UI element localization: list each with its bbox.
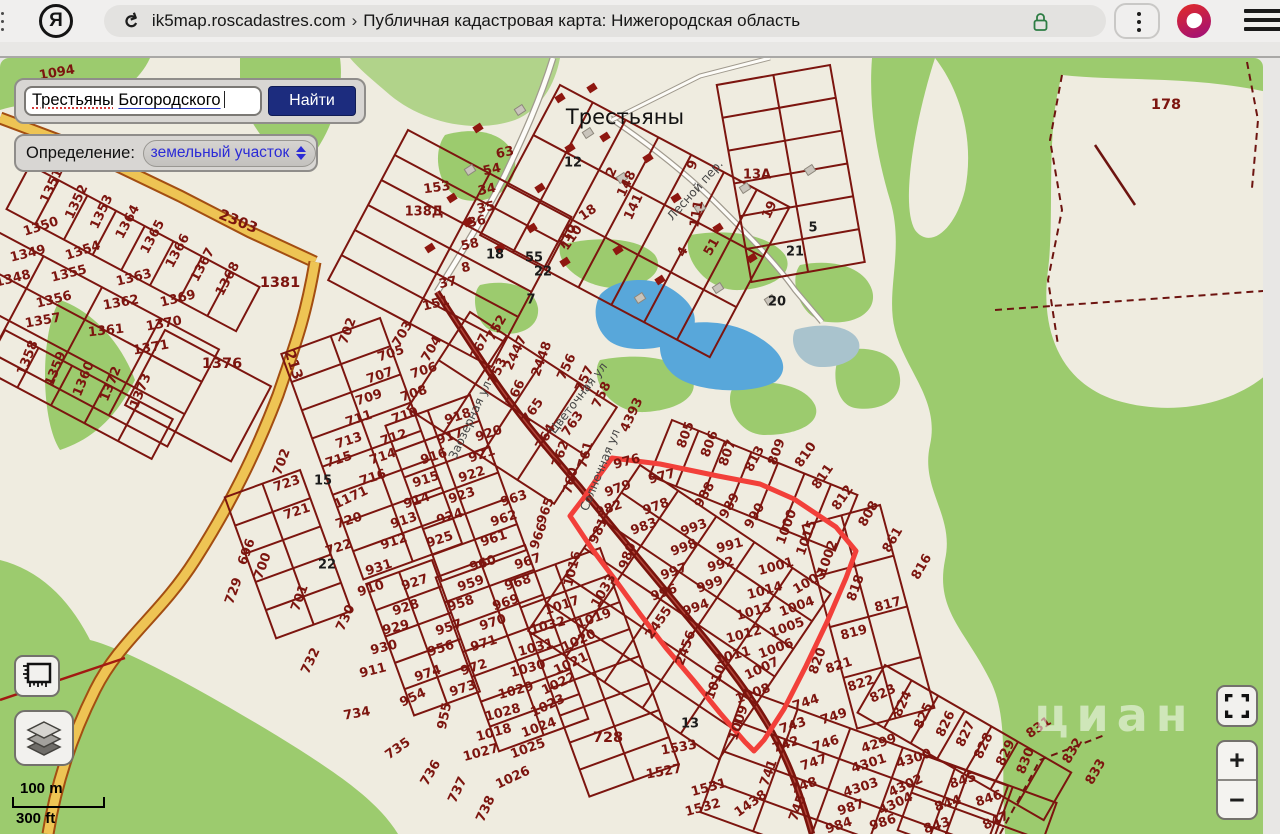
house-number-label: 55 [525, 251, 543, 266]
url-page-title: Публичная кадастровая карта: Нижегородск… [363, 11, 800, 30]
house-number-label: 15 [314, 474, 332, 489]
text-caret [224, 91, 226, 108]
scale-imperial-label: 300 ft [16, 810, 105, 827]
house-number-label: 7 [526, 293, 535, 308]
search-input[interactable]: Трестьяны Богородского [24, 86, 262, 116]
house-number-label: 5 [808, 221, 817, 236]
house-number-label: 22 [318, 558, 336, 573]
browser-window: Я ↻ ik5map.roscadastres.com › Публичная ка… [0, 0, 1280, 834]
find-button[interactable]: Найти [268, 86, 356, 116]
parcel-number-label: 1381 [260, 275, 300, 291]
house-number-label: 22 [534, 265, 552, 280]
url-text: ik5map.roscadastres.com › Публичная кадаст… [152, 11, 800, 31]
select-arrows-icon [296, 146, 306, 160]
lock-icon[interactable] [1033, 12, 1048, 37]
scale-bar [12, 797, 105, 808]
zoom-in-button[interactable]: + [1218, 742, 1256, 781]
definition-panel: Определение: земельный участок [14, 134, 318, 172]
address-bar[interactable]: ↻ ik5map.roscadastres.com › Публичная када… [104, 5, 1106, 37]
browser-menu-button[interactable] [1114, 3, 1160, 39]
yandex-browser-logo[interactable] [1176, 3, 1212, 39]
town-name-label: Трестьяны [565, 105, 684, 129]
parcel-number-label: 13А [743, 168, 771, 183]
map-container: 10941786354343536153138Д5883715112214814… [0, 58, 1263, 834]
cadastral-map[interactable]: 10941786354343536153138Д5883715112214814… [0, 58, 1263, 834]
search-panel: Трестьяны Богородского Найти [14, 78, 366, 124]
parcel-number-label: 728 [593, 730, 623, 746]
ruler-icon [19, 661, 55, 691]
house-number-label: 18 [486, 248, 504, 263]
parcel-number-label: 1376 [202, 356, 242, 372]
fullscreen-icon [1224, 693, 1250, 719]
parcel-number-label: 138Д [405, 205, 444, 220]
browser-toolbar: Я ↻ ik5map.roscadastres.com › Публичная ка… [0, 0, 1280, 42]
house-number-label: 13 [681, 717, 699, 732]
house-number-label: 12 [564, 156, 582, 171]
definition-select[interactable]: земельный участок [143, 140, 316, 167]
parcel-number-label: 178 [1151, 97, 1181, 113]
search-word-1: Трестьяны [32, 91, 114, 109]
yandex-search-logo[interactable]: Я [39, 4, 73, 38]
hamburger-menu-icon[interactable] [1244, 9, 1280, 36]
layers-icon [22, 717, 66, 759]
zoom-control: + − [1216, 740, 1258, 820]
house-number-label: 20 [768, 295, 786, 310]
url-domain: ik5map.roscadastres.com [152, 11, 346, 30]
watermark: циан [1034, 688, 1195, 742]
toolbar-divider [0, 42, 1280, 58]
house-number-label: 21 [786, 245, 804, 260]
scale-indicator: 100 m 300 ft [12, 780, 105, 827]
zoom-out-button[interactable]: − [1218, 782, 1256, 818]
fullscreen-button[interactable] [1216, 685, 1258, 727]
definition-label: Определение: [26, 144, 135, 163]
measure-tool-button[interactable] [14, 655, 60, 697]
layers-button[interactable] [14, 710, 74, 766]
url-separator: › [352, 11, 358, 30]
scale-metric-label: 100 m [20, 780, 105, 797]
scrollbar[interactable] [1263, 58, 1280, 834]
search-word-2: Богородского [118, 91, 220, 109]
definition-value: земельный участок [144, 144, 296, 162]
reload-icon[interactable]: ↻ [116, 10, 143, 33]
